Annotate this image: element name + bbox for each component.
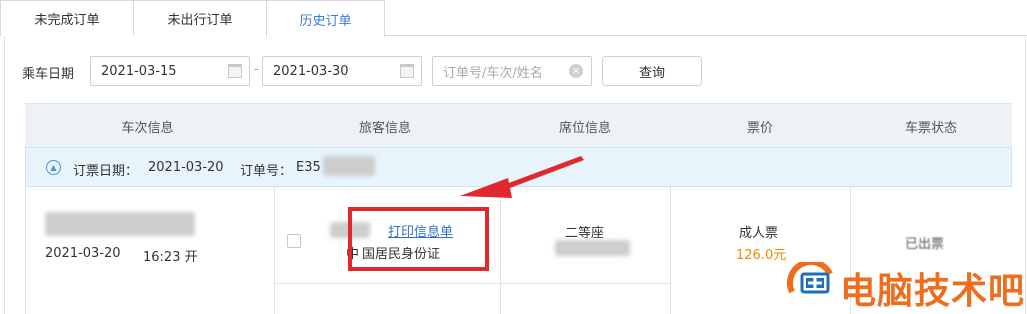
departure-time: 16:23 开 [143,250,198,265]
search-placeholder: 订单号/车次/姓名 [443,65,543,81]
travel-date: 2021-03-20 [45,246,121,261]
order-number-label: 订单号： [240,164,293,179]
table-header: 车次信息 旅客信息 席位信息 票价 车票状态 [25,103,1012,147]
redacted-seat-number [555,240,630,256]
annotation-arrow [460,156,584,198]
date-to-value: 2021-03-30 [273,63,349,79]
date-separator: - [254,62,259,77]
ticket-status: 已出票 [905,237,945,252]
watermark-text: 电脑技术吧 [840,271,1026,312]
tab-history-orders[interactable]: 历史订单 [266,0,385,37]
collapse-icon[interactable]: ▲ [46,160,61,175]
ticket-price: 126.0元 [736,248,787,263]
redacted-train-info [45,212,195,236]
clear-icon[interactable]: × [569,64,583,78]
ticket-type: 成人票 [739,226,779,241]
booking-date-label: 订票日期： [73,164,139,179]
seat-class: 二等座 [565,226,605,241]
calendar-icon[interactable] [400,64,414,78]
header-price: 票价 [746,120,773,136]
watermark-logo [786,259,838,304]
search-input[interactable]: 订单号/车次/姓名 × [432,56,592,86]
header-seat-info: 席位信息 [558,120,611,136]
row-divider [275,283,671,284]
date-from-input[interactable]: 2021-03-15 [90,56,250,86]
calendar-icon[interactable] [228,64,242,78]
date-from-value: 2021-03-15 [101,63,177,79]
order-number-value: E35 [296,160,321,175]
query-button[interactable]: 查询 [602,56,702,86]
passenger-checkbox[interactable] [287,234,301,248]
redacted-order-number [323,156,375,176]
header-ticket-status: 车票状态 [904,120,957,136]
ride-date-label: 乘车日期 [22,67,75,82]
header-train-info: 车次信息 [121,120,174,136]
booking-date-value: 2021-03-20 [148,160,224,175]
annotation-highlight-box [348,207,489,271]
header-passenger-info: 旅客信息 [358,120,411,136]
tab-unfinished-orders[interactable]: 未完成订单 [0,0,134,36]
tab-upcoming-orders[interactable]: 未出行订单 [133,0,267,36]
date-to-input[interactable]: 2021-03-30 [262,56,422,86]
